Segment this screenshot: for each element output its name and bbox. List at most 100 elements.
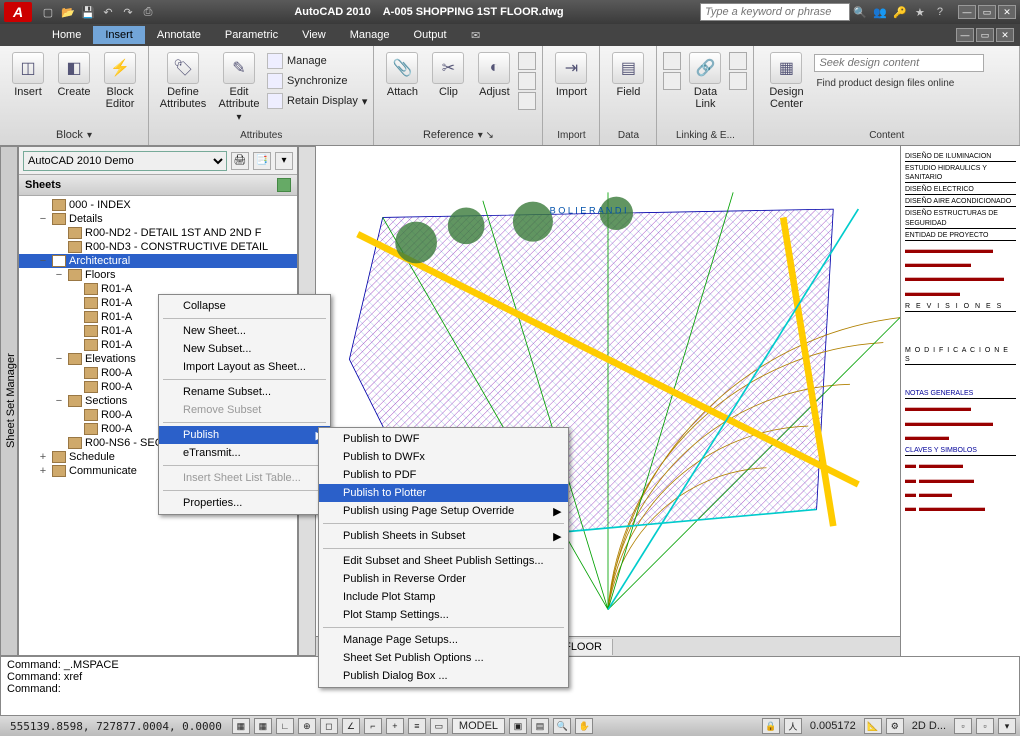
qp-toggle[interactable]: ▭: [430, 718, 448, 734]
menu-item[interactable]: Publish to DWFx: [319, 448, 568, 466]
insert-block-button[interactable]: ◫Insert: [6, 52, 50, 98]
sb-tool-a[interactable]: ▣: [509, 718, 527, 734]
view-mode-label[interactable]: 2D D...: [908, 720, 950, 732]
refresh-icon[interactable]: [277, 178, 291, 192]
retain-display-button[interactable]: Retain Display ▾: [267, 92, 367, 110]
menu-item[interactable]: Collapse: [159, 297, 330, 315]
search-icon[interactable]: 🔍: [851, 3, 869, 21]
menu-item[interactable]: New Sheet...: [159, 322, 330, 340]
menu-item[interactable]: Publish using Page Setup Override▶: [319, 502, 568, 520]
doc-minimize-button[interactable]: —: [956, 28, 974, 42]
key-icon[interactable]: 🔑: [891, 3, 909, 21]
seek-input[interactable]: [814, 54, 984, 72]
tree-row[interactable]: 000 - INDEX: [19, 198, 297, 212]
menu-item[interactable]: Publish Dialog Box ...: [319, 667, 568, 685]
osnap-toggle[interactable]: ◻: [320, 718, 338, 734]
menu-item[interactable]: Publish▶: [159, 426, 330, 444]
import-button[interactable]: ⇥Import: [549, 52, 593, 98]
sheet-set-manager-label[interactable]: Sheet Set Manager: [0, 146, 18, 656]
tree-row[interactable]: R00-ND3 - CONSTRUCTIVE DETAIL: [19, 240, 297, 254]
maximize-button[interactable]: ▭: [978, 5, 996, 19]
anno-visibility-icon[interactable]: 📐: [864, 718, 882, 734]
ss-tool-2[interactable]: 📑: [253, 152, 271, 170]
clip-button[interactable]: ✂Clip: [426, 52, 470, 98]
ref-small-3[interactable]: [518, 92, 536, 110]
link-small-2[interactable]: [663, 72, 681, 90]
infocenter-icon[interactable]: 👥: [871, 3, 889, 21]
tab-manage[interactable]: Manage: [338, 26, 402, 44]
menu-item[interactable]: Edit Subset and Sheet Publish Settings..…: [319, 552, 568, 570]
tab-home[interactable]: Home: [40, 26, 93, 44]
create-block-button[interactable]: ◧Create: [52, 52, 96, 98]
annotation-scale-icon[interactable]: 人: [784, 718, 802, 734]
define-attributes-button[interactable]: 🏷Define Attributes: [155, 52, 211, 110]
coordinates-readout[interactable]: 555139.8598, 727877.0004, 0.0000: [4, 720, 228, 733]
tab-output[interactable]: Output: [402, 26, 459, 44]
design-center-button[interactable]: ▦Design Center: [760, 52, 812, 110]
ref-small-1[interactable]: [518, 52, 536, 70]
doc-close-button[interactable]: ✕: [996, 28, 1014, 42]
link-small-4[interactable]: [729, 72, 747, 90]
link-small-1[interactable]: [663, 52, 681, 70]
qat-redo-icon[interactable]: ↷: [119, 3, 137, 21]
qat-print-icon[interactable]: ⎙: [139, 3, 157, 21]
sb-lock-icon[interactable]: 🔒: [762, 718, 780, 734]
tab-view[interactable]: View: [290, 26, 338, 44]
tab-more-icon[interactable]: ✉: [467, 26, 485, 44]
qat-undo-icon[interactable]: ↶: [99, 3, 117, 21]
menu-item[interactable]: Include Plot Stamp: [319, 588, 568, 606]
synchronize-button[interactable]: Synchronize: [267, 72, 367, 90]
qat-new-icon[interactable]: ▢: [39, 3, 57, 21]
minimize-button[interactable]: —: [958, 5, 976, 19]
menu-item[interactable]: Publish Sheets in Subset▶: [319, 527, 568, 545]
dyn-toggle[interactable]: +: [386, 718, 404, 734]
favorites-icon[interactable]: ★: [911, 3, 929, 21]
adjust-button[interactable]: ◐Adjust: [472, 52, 516, 98]
menu-item[interactable]: Manage Page Setups...: [319, 631, 568, 649]
link-small-3[interactable]: [729, 52, 747, 70]
find-online-link[interactable]: Find product design files online: [814, 74, 984, 93]
ref-small-2[interactable]: [518, 72, 536, 90]
tab-insert[interactable]: Insert: [93, 26, 145, 44]
sb-tray-1[interactable]: ▫: [954, 718, 972, 734]
menu-item[interactable]: Publish to DWF: [319, 430, 568, 448]
menu-item[interactable]: Rename Subset...: [159, 383, 330, 401]
tree-row[interactable]: R00-ND2 - DETAIL 1ST AND 2ND F: [19, 226, 297, 240]
ss-tool-1[interactable]: 🖨: [231, 152, 249, 170]
grid-toggle[interactable]: ▦: [254, 718, 272, 734]
help-icon[interactable]: ?: [931, 3, 949, 21]
sb-tool-c[interactable]: 🔍: [553, 718, 571, 734]
help-search-input[interactable]: [700, 3, 850, 21]
menu-item[interactable]: Publish to Plotter: [319, 484, 568, 502]
ortho-toggle[interactable]: ∟: [276, 718, 294, 734]
menu-item[interactable]: eTransmit...: [159, 444, 330, 462]
otrack-toggle[interactable]: ∠: [342, 718, 360, 734]
manage-attributes-button[interactable]: Manage: [267, 52, 367, 70]
tree-row[interactable]: −Floors: [19, 268, 297, 282]
annotation-scale-value[interactable]: 0.005172: [806, 720, 860, 732]
model-space-toggle[interactable]: MODEL: [452, 718, 505, 734]
tab-parametric[interactable]: Parametric: [213, 26, 290, 44]
qat-open-icon[interactable]: 📂: [59, 3, 77, 21]
attach-button[interactable]: 📎Attach: [380, 52, 424, 98]
edit-attribute-button[interactable]: ✎Edit Attribute ▾: [213, 52, 265, 123]
menu-item[interactable]: Plot Stamp Settings...: [319, 606, 568, 624]
field-button[interactable]: ▤Field: [606, 52, 650, 98]
data-link-button[interactable]: 🔗Data Link: [683, 52, 727, 110]
block-editor-button[interactable]: ⚡Block Editor: [98, 52, 142, 110]
menu-item[interactable]: Import Layout as Sheet...: [159, 358, 330, 376]
qat-save-icon[interactable]: 💾: [79, 3, 97, 21]
tab-annotate[interactable]: Annotate: [145, 26, 213, 44]
doc-maximize-button[interactable]: ▭: [976, 28, 994, 42]
sb-tray-2[interactable]: ▫: [976, 718, 994, 734]
ducs-toggle[interactable]: ⌐: [364, 718, 382, 734]
snap-toggle[interactable]: ▦: [232, 718, 250, 734]
sheetset-combo[interactable]: AutoCAD 2010 Demo: [23, 151, 227, 171]
polar-toggle[interactable]: ⊕: [298, 718, 316, 734]
sb-tool-d[interactable]: ✋: [575, 718, 593, 734]
menu-item[interactable]: New Subset...: [159, 340, 330, 358]
tree-row[interactable]: −Details: [19, 212, 297, 226]
app-logo[interactable]: A: [4, 2, 32, 22]
close-button[interactable]: ✕: [998, 5, 1016, 19]
menu-item[interactable]: Sheet Set Publish Options ...: [319, 649, 568, 667]
